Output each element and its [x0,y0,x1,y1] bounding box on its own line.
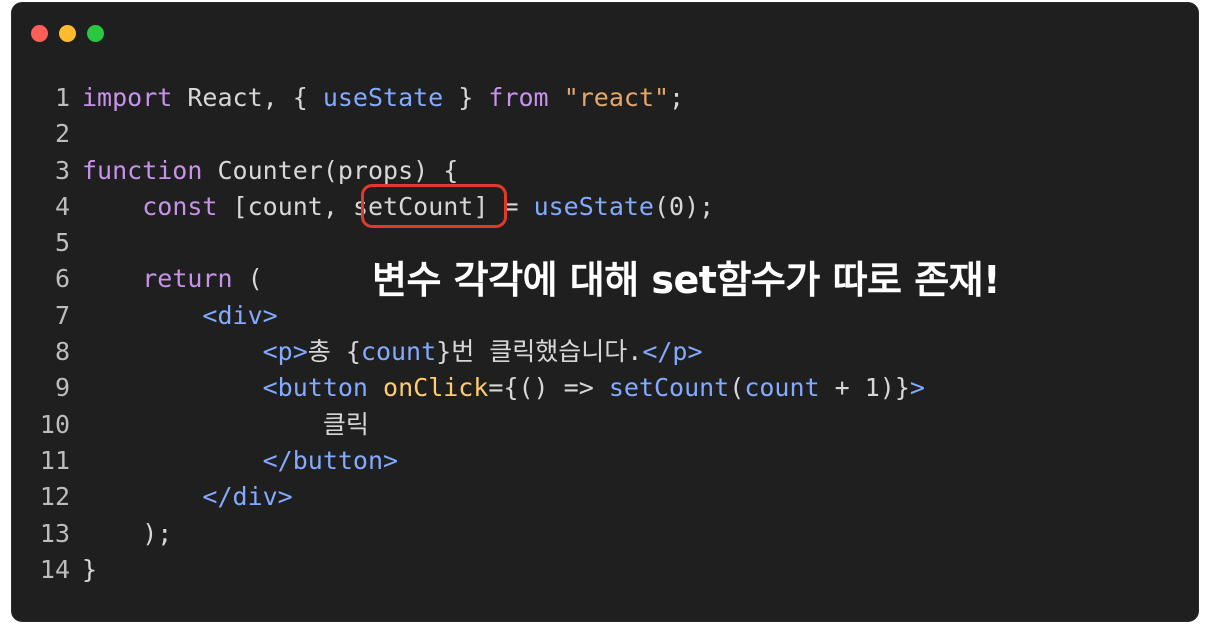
code-token: }번 클릭했습니다. [436,337,643,367]
code-token: } [443,83,489,112]
code-token: + 1)} [819,373,910,403]
line-number: 6 [54,264,70,294]
window-controls [31,25,104,42]
code-token: 총 { [307,337,361,367]
code-token: count [744,373,820,403]
close-button[interactable] [31,25,48,42]
code-token: </div> [202,482,293,512]
line-number: 11 [39,445,70,475]
line-number: 5 [54,228,70,258]
code-token: function [82,155,203,185]
code-token: (0); [653,191,715,221]
line-number: 10 [39,409,70,439]
code-token: 클릭 [82,409,369,439]
code-text: </button> [82,443,398,479]
code-text: <button onClick={() => setCount(count + … [82,370,925,406]
code-token: setCount [608,373,730,403]
code-token: return [142,264,233,294]
code-token: const [142,191,218,221]
code-token: </p> [642,337,703,367]
code-token: "react" [563,83,670,112]
code-text: 클릭 [82,407,369,443]
code-text: } [82,552,97,588]
line-number: 9 [54,373,70,403]
code-token: </button> [262,445,399,475]
code-token: import [82,83,173,112]
line-number: 14 [39,554,70,584]
line-number: 8 [54,337,70,367]
code-token: Counter(props) { [202,155,459,185]
maximize-button[interactable] [87,25,104,42]
code-text: <div> [82,298,278,334]
code-token: ( [729,373,745,403]
code-text: return ( [82,261,263,297]
code-token: ; [669,83,685,112]
minimize-button[interactable] [59,25,76,42]
line-number: 3 [54,155,70,185]
code-line: 2 [34,116,925,152]
code-token: ( [232,264,263,294]
setcount-highlight-box [361,184,507,228]
code-token: <p> [262,337,308,367]
code-line: 12 </div> [34,479,925,515]
line-number: 4 [54,191,70,221]
code-token: <button [262,373,384,403]
line-number: 7 [54,300,70,330]
code-line: 9 <button onClick={() => setCount(count … [34,370,925,406]
code-token: ={() => [488,373,609,403]
code-editor: 1 import React, { useState } from "react"… [34,80,925,588]
code-token: from [488,83,549,112]
code-text: ); [82,516,172,552]
code-line: 13 ); [34,516,925,552]
line-number: 2 [54,119,70,149]
code-token: } [82,554,98,584]
code-window: 1 import React, { useState } from "react"… [12,3,1198,621]
code-token: <div> [202,300,278,330]
code-text: import React, { useState } from "react"; [82,80,684,116]
code-token: useState [322,83,444,112]
code-token: ); [82,518,173,548]
code-token: useState [533,191,654,221]
line-number: 1 [54,83,70,112]
code-text: <p>총 {count}번 클릭했습니다.</p> [82,334,703,370]
code-line: 11 </button> [34,443,925,479]
code-token: onClick [383,373,489,403]
code-text: </div> [82,479,293,515]
code-line: 10 클릭 [34,407,925,443]
line-number: 12 [39,482,70,512]
line-number: 13 [39,518,70,548]
code-token: > [909,373,925,403]
code-line: 1 import React, { useState } from "react"… [34,80,925,116]
annotation-caption: 변수 각각에 대해 set함수가 따로 존재! [372,258,1000,302]
code-line: 14} [34,552,925,588]
code-token: count [360,337,437,367]
code-token: React, { [172,83,323,112]
code-line: 8 <p>총 {count}번 클릭했습니다.</p> [34,334,925,370]
